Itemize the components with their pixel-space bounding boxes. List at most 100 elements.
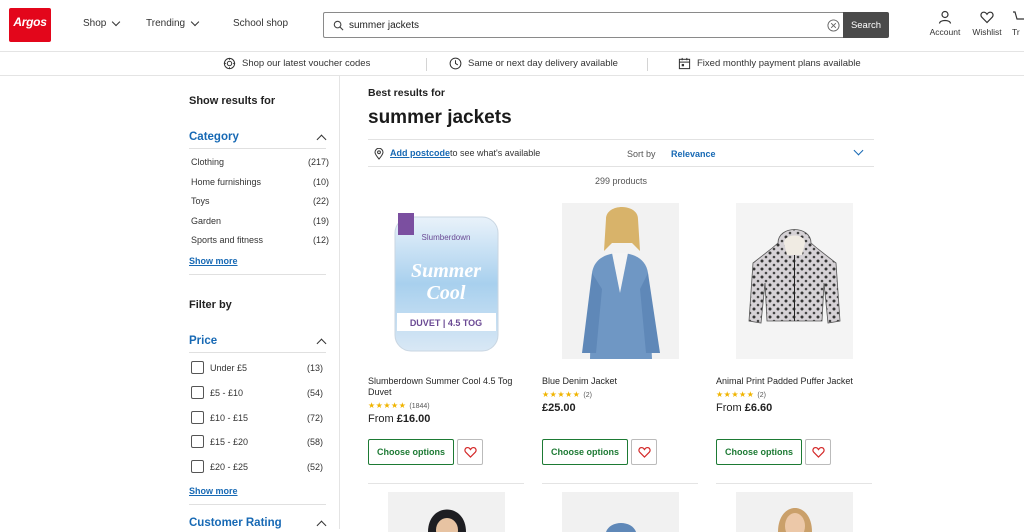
- product-image[interactable]: Slumberdown Summer Cool DUVET | 4.5 TOG: [388, 203, 505, 359]
- chevron-down-icon[interactable]: [853, 145, 864, 156]
- product-price: From £16.00: [368, 413, 431, 425]
- trolley-link[interactable]: Tr: [1012, 10, 1024, 37]
- choose-options-button[interactable]: Choose options: [368, 439, 454, 465]
- jacket-image-partial: [606, 523, 636, 532]
- product-image[interactable]: [736, 203, 853, 359]
- filter-by-heading: Filter by: [189, 299, 232, 311]
- voucher-icon: [223, 57, 236, 70]
- product-card[interactable]: Blue Denim Jacket ★★★★★ (2) £25.00 Choose…: [542, 203, 702, 483]
- strip-divider: [426, 58, 427, 71]
- show-results-heading: Show results for: [189, 95, 276, 107]
- location-pin-icon: [374, 148, 384, 160]
- divider: [189, 352, 326, 353]
- voucher-link[interactable]: Shop our latest voucher codes: [223, 57, 370, 70]
- divider: [716, 483, 872, 484]
- product-card[interactable]: Animal Print Padded Puffer Jacket ★★★★★(…: [716, 203, 876, 483]
- category-item-clothing[interactable]: Clothing (217): [191, 157, 329, 167]
- customer-rating-section-title[interactable]: Customer Rating: [189, 517, 282, 529]
- price-filter-5-10[interactable]: £5 - £10 (54): [191, 386, 323, 400]
- account-link[interactable]: Account: [928, 10, 962, 37]
- price-filter-20-25[interactable]: £20 - £25 (52): [191, 460, 323, 474]
- choose-options-button[interactable]: Choose options: [542, 439, 628, 465]
- product-name[interactable]: Animal Print Padded Puffer Jacket: [716, 376, 871, 387]
- category-item-home-furnishings[interactable]: Home furnishings (10): [191, 177, 329, 187]
- delivery-info[interactable]: Same or next day delivery available: [449, 57, 618, 70]
- model-image-partial: [778, 508, 812, 532]
- best-results-label: Best results for: [368, 87, 446, 99]
- product-count: 299 products: [594, 176, 648, 186]
- checkbox[interactable]: [191, 411, 204, 424]
- divider: [189, 148, 326, 149]
- category-section-title[interactable]: Category: [189, 131, 239, 143]
- divider: [189, 504, 326, 505]
- clock-icon: [449, 57, 462, 70]
- price-filter-15-20[interactable]: £15 - £20 (58): [191, 435, 323, 449]
- puffer-jacket-image: [748, 229, 841, 324]
- search-icon: [333, 20, 344, 31]
- product-image[interactable]: [388, 492, 505, 532]
- category-item-toys[interactable]: Toys (22): [191, 196, 329, 206]
- clear-search-icon[interactable]: [827, 19, 840, 32]
- search-button[interactable]: Search: [843, 12, 889, 38]
- postcode-hint: to see what's available: [450, 148, 541, 158]
- heart-icon: [980, 11, 994, 24]
- star-rating: ★★★★★ (1844): [368, 401, 430, 410]
- postcode-sort-bar: Add postcode to see what's available Sor…: [368, 139, 874, 167]
- denim-jacket-model-image: [582, 207, 660, 359]
- category-item-garden[interactable]: Garden (19): [191, 216, 329, 226]
- product-image[interactable]: [736, 492, 853, 532]
- divider: [542, 483, 698, 484]
- search-bar: summer jackets Search: [323, 12, 889, 38]
- heart-icon: [811, 446, 825, 458]
- chevron-up-icon[interactable]: [316, 134, 327, 145]
- product-image[interactable]: [562, 492, 679, 532]
- nav-school-shop[interactable]: School shop: [233, 18, 288, 29]
- add-to-wishlist-button[interactable]: [631, 439, 657, 465]
- product-name[interactable]: Blue Denim Jacket: [542, 376, 697, 387]
- divider: [189, 274, 326, 275]
- category-item-sports-fitness[interactable]: Sports and fitness (12): [191, 235, 329, 245]
- add-to-wishlist-button[interactable]: [457, 439, 483, 465]
- argos-logo[interactable]: Argos: [9, 8, 51, 42]
- star-rating: ★★★★★ (2): [542, 390, 592, 399]
- product-image[interactable]: [562, 203, 679, 359]
- add-postcode-link[interactable]: Add postcode: [390, 148, 450, 158]
- search-query-text: summer jackets: [349, 20, 420, 31]
- filters-sidebar: Show results for Category Clothing (217) …: [182, 76, 338, 531]
- account-icon: [938, 10, 952, 24]
- strip-divider: [647, 58, 648, 71]
- search-input[interactable]: summer jackets: [323, 12, 843, 38]
- trolley-icon: [1013, 11, 1024, 20]
- page-title: summer jackets: [368, 107, 512, 128]
- price-filter-10-15[interactable]: £10 - £15 (72): [191, 411, 323, 425]
- chevron-down-icon: [112, 17, 121, 27]
- heart-icon: [637, 446, 651, 458]
- add-to-wishlist-button[interactable]: [805, 439, 831, 465]
- chevron-up-icon[interactable]: [316, 338, 327, 349]
- results-main: Best results for summer jackets Add post…: [340, 76, 1024, 532]
- svg-text:Summer: Summer: [411, 260, 481, 282]
- chevron-down-icon: [190, 17, 200, 27]
- checkbox[interactable]: [191, 361, 204, 374]
- price-section-title[interactable]: Price: [189, 335, 217, 347]
- duvet-package-image: Slumberdown Summer Cool DUVET | 4.5 TOG: [394, 213, 499, 352]
- product-price: From £6.60: [716, 402, 773, 414]
- checkbox[interactable]: [191, 435, 204, 448]
- payment-plans-info[interactable]: Fixed monthly payment plans available: [678, 57, 861, 70]
- wishlist-link[interactable]: Wishlist: [970, 10, 1004, 37]
- price-filter-under-5[interactable]: Under £5 (13): [191, 361, 323, 375]
- checkbox[interactable]: [191, 386, 204, 399]
- calendar-icon: [678, 57, 691, 70]
- product-name[interactable]: Slumberdown Summer Cool 4.5 Tog Duvet: [368, 376, 523, 398]
- price-show-more-link[interactable]: Show more: [189, 486, 238, 496]
- heart-icon: [463, 446, 477, 458]
- nav-trending[interactable]: Trending: [146, 17, 200, 29]
- benefits-strip: Shop our latest voucher codes Same or ne…: [0, 52, 1024, 76]
- choose-options-button[interactable]: Choose options: [716, 439, 802, 465]
- product-card[interactable]: Slumberdown Summer Cool DUVET | 4.5 TOG …: [368, 203, 528, 483]
- svg-text:DUVET | 4.5 TOG: DUVET | 4.5 TOG: [410, 318, 482, 328]
- checkbox[interactable]: [191, 460, 204, 473]
- category-show-more-link[interactable]: Show more: [189, 256, 238, 266]
- sort-select[interactable]: Relevance: [671, 149, 716, 159]
- nav-shop[interactable]: Shop: [83, 17, 121, 29]
